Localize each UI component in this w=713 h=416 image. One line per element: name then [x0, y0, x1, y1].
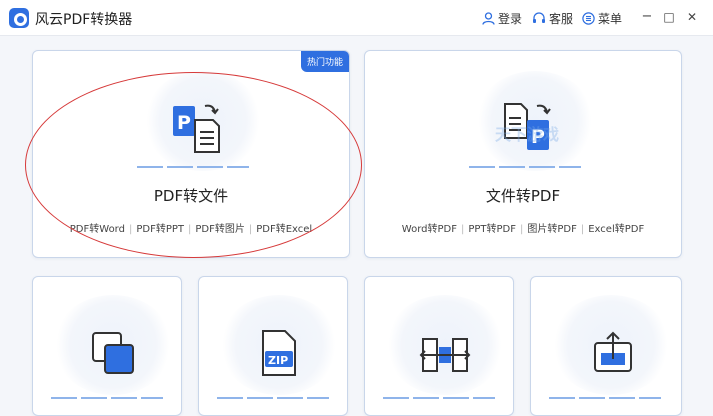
app-logo-icon	[9, 8, 29, 28]
menu-button[interactable]: 菜单	[582, 10, 622, 27]
pdf-to-word-link[interactable]: PDF转Word	[70, 224, 125, 235]
tool-card-copy[interactable]	[32, 276, 182, 416]
app-title: 风云PDF转换器	[35, 12, 133, 28]
split-merge-icon	[419, 335, 471, 379]
card-divider	[217, 397, 329, 399]
pdf-to-file-card[interactable]: 热门功能 P PDF转文件 PDF转Word | PDF转PPT | PDF转图片 | PD…	[32, 50, 350, 258]
menu-label: 菜单	[598, 12, 623, 26]
copy-pages-icon	[89, 329, 139, 381]
card-divider	[469, 166, 581, 168]
file-to-pdf-links: Word转PDF | PPT转PDF | 图片转PDF | Excel转PDF	[401, 224, 645, 235]
service-label: 客服	[549, 12, 574, 26]
minimize-button[interactable]: −	[639, 9, 655, 24]
hot-feature-badge: 热门功能	[300, 51, 349, 72]
title-bar: 风云PDF转换器 登录 客服 菜单 − □ ✕	[0, 0, 713, 36]
file-to-pdf-title: 文件转PDF	[485, 187, 561, 205]
card-divider	[383, 397, 495, 399]
pdf-to-file-title: PDF转文件	[153, 187, 229, 205]
pdf-to-ppt-link[interactable]: PDF转PPT	[136, 224, 184, 235]
pdf-to-excel-link[interactable]: PDF转Excel	[256, 224, 312, 235]
ppt-to-pdf-link[interactable]: PPT转PDF	[468, 224, 516, 235]
card-divider	[549, 397, 661, 399]
zip-file-icon: ZIP	[259, 327, 299, 383]
headset-icon	[532, 12, 546, 25]
close-button[interactable]: ✕	[684, 10, 700, 24]
menu-icon	[582, 12, 595, 25]
service-button[interactable]: 客服	[532, 10, 573, 27]
login-label: 登录	[498, 12, 523, 26]
pdf-to-file-links: PDF转Word | PDF转PPT | PDF转图片 | PDF转Excel	[69, 224, 313, 235]
tool-card-export[interactable]	[530, 276, 682, 416]
excel-to-pdf-link[interactable]: Excel转PDF	[588, 224, 644, 235]
user-icon	[482, 12, 495, 25]
svg-text:P: P	[177, 112, 191, 134]
export-upload-icon	[591, 329, 635, 379]
card-divider	[51, 397, 163, 399]
login-button[interactable]: 登录	[482, 10, 522, 27]
pdf-to-image-link[interactable]: PDF转图片	[195, 224, 244, 235]
pdf-to-file-icon: P	[171, 96, 231, 162]
card-divider	[137, 166, 249, 168]
image-to-pdf-link[interactable]: 图片转PDF	[527, 224, 576, 235]
svg-text:ZIP: ZIP	[268, 354, 288, 367]
maximize-button[interactable]: □	[661, 10, 677, 24]
word-to-pdf-link[interactable]: Word转PDF	[402, 224, 457, 235]
tool-card-split[interactable]	[364, 276, 514, 416]
file-to-pdf-card[interactable]: P 天下游戏 文件转PDF Word转PDF | PPT转PDF | 图片转PDF | Ex…	[364, 50, 682, 258]
watermark: 天下游戏	[495, 125, 560, 144]
tool-card-zip[interactable]: ZIP	[198, 276, 348, 416]
